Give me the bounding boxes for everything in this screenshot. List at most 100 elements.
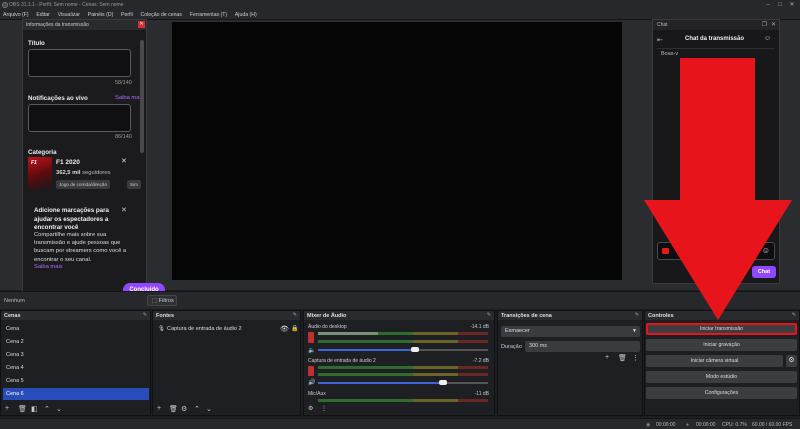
window-title: OBS 31.1.1 - Perfil: Sem nome - Cenas: S… <box>9 2 124 8</box>
remove-transition-icon[interactable]: 🗑 <box>618 354 627 362</box>
menu-help[interactable]: Ajuda (H) <box>234 10 258 20</box>
maximize-icon[interactable]: □ <box>776 1 784 9</box>
transition-menu-icon[interactable]: ⋮ <box>632 354 639 362</box>
remove-category-icon[interactable]: ✕ <box>121 157 127 165</box>
mixer-channel-name: Mic/Aux <box>308 391 326 397</box>
info-scrollbar[interactable] <box>140 40 144 153</box>
notifications-input[interactable] <box>28 104 131 132</box>
dock-settings-icon[interactable]: ✎ <box>792 312 796 318</box>
mixer-settings-icon[interactable]: ⚙ <box>308 405 313 412</box>
dock-settings-icon[interactable]: ✎ <box>635 312 639 318</box>
controls-dock-title: Controles <box>648 312 674 319</box>
start-virtual-camera-button[interactable]: Iniciar câmera virtual <box>646 355 783 367</box>
mixer-channel-name: Áudio do desktop <box>308 324 347 330</box>
start-recording-button[interactable]: Iniciar gravação <box>646 339 797 351</box>
filters-button[interactable]: ⬚ Filtros <box>147 295 177 306</box>
add-source-icon[interactable]: + <box>157 405 161 412</box>
scene-item[interactable]: Cena 5 <box>3 375 149 387</box>
chat-dock: Chat ❐ ✕ ⇤ Chat da transmissão ☺ Boas-v … <box>652 19 780 284</box>
meter-yellow <box>413 366 458 369</box>
remove-scene-icon[interactable]: 🗑 <box>18 405 27 413</box>
users-icon[interactable]: ☺ <box>764 35 771 42</box>
game-followers: 362,5 mil seguidores <box>56 170 110 176</box>
notifications-char-count: 86/140 <box>115 134 132 140</box>
virtual-camera-settings-icon[interactable]: ⚙ <box>786 355 797 367</box>
transitions-dock-title: Transições de cena <box>501 312 552 319</box>
close-icon[interactable]: ✕ <box>771 21 776 28</box>
meter-yellow <box>413 373 458 376</box>
stream-info-title: Informações da transmissão <box>26 22 89 28</box>
fps-counter: 60.00 / 60.00 FPS <box>752 421 793 428</box>
dismiss-tags-icon[interactable]: ✕ <box>121 206 127 214</box>
start-streaming-button[interactable]: Iniciar transmissão <box>646 323 797 335</box>
scene-item[interactable]: Cena 4 <box>3 362 149 374</box>
duration-spinbox[interactable]: 300 ms <box>525 341 640 352</box>
scene-item-selected[interactable]: Cena 6 <box>3 388 149 400</box>
chat-send-button[interactable]: Chat <box>752 266 776 278</box>
dock-settings-icon[interactable]: ✎ <box>143 312 147 318</box>
sources-dock-title: Fontes <box>156 312 175 319</box>
move-up-icon[interactable]: ⌃ <box>194 405 200 413</box>
game-tag-racing[interactable]: Jogo de corrida/direção <box>56 180 111 189</box>
duration-value: 300 ms <box>529 343 548 349</box>
emote-icon[interactable]: ☺ <box>762 246 770 255</box>
volume-slider-track <box>413 349 488 351</box>
mute-indicator-icon[interactable] <box>308 366 314 376</box>
mixer-menu-icon[interactable]: ⋮ <box>321 405 327 412</box>
category-label: Categoria <box>28 149 57 156</box>
meter-red <box>458 366 488 369</box>
scene-item[interactable]: Cena <box>3 323 149 335</box>
speaker-icon[interactable]: 🔈 <box>308 347 315 354</box>
volume-slider-handle[interactable] <box>411 347 419 352</box>
volume-slider[interactable] <box>318 349 413 351</box>
stream-info-header: Informações da transmissão ✕ <box>23 20 146 30</box>
bits-icon[interactable] <box>662 248 669 254</box>
controls-dock-header: Controles ✎ <box>645 311 799 320</box>
chat-settings-icon[interactable]: ⚙ <box>739 268 745 276</box>
title-input[interactable] <box>28 49 131 77</box>
mute-indicator-icon[interactable] <box>308 332 314 343</box>
no-source-label: Nenhum <box>4 298 25 304</box>
transition-select[interactable]: Esmaecer ▼ <box>501 326 640 337</box>
scene-item[interactable]: Cena 3 <box>3 349 149 361</box>
dock-settings-icon[interactable]: ✎ <box>293 312 297 318</box>
close-icon[interactable]: ✕ <box>788 1 796 9</box>
lock-icon[interactable]: 🔒 <box>291 324 298 335</box>
chat-input[interactable]: En ☺ <box>657 242 775 260</box>
game-tag-sim[interactable]: Sim <box>127 180 141 189</box>
add-transition-icon[interactable]: + <box>605 354 609 361</box>
volume-slider[interactable] <box>318 382 442 384</box>
move-down-icon[interactable]: ⌄ <box>206 405 212 413</box>
source-item[interactable]: 🎙 Captura de entrada de áudio 2 👁 🔒 <box>155 324 300 335</box>
scene-filters-icon[interactable]: ◧ <box>31 405 38 413</box>
game-name: F1 2020 <box>56 159 80 166</box>
title-bar: OBS 31.1.1 - Perfil: Sem nome - Cenas: S… <box>0 0 800 10</box>
source-properties-icon[interactable]: ⚙ <box>181 405 187 413</box>
volume-slider-handle[interactable] <box>439 380 447 385</box>
close-icon[interactable]: ✕ <box>138 21 145 28</box>
visibility-eye-icon[interactable]: 👁 <box>280 324 289 335</box>
tags-heading: Adicione marcações para ajudar os espect… <box>34 207 109 231</box>
float-icon[interactable]: ❐ <box>762 21 767 28</box>
move-down-icon[interactable]: ⌄ <box>56 405 62 413</box>
tags-learn-more-link[interactable]: Saiba mais <box>34 264 63 270</box>
chat-title: Chat da transmissão <box>685 36 745 42</box>
dock-settings-icon[interactable]: ✎ <box>487 312 491 318</box>
scene-item[interactable]: Cena 2 <box>3 336 149 348</box>
collapse-icon[interactable]: ⇤ <box>657 36 663 44</box>
preview-canvas[interactable] <box>172 22 622 280</box>
menu-tools[interactable]: Ferramentas (T) <box>189 10 228 20</box>
add-scene-icon[interactable]: + <box>5 405 9 412</box>
minimize-icon[interactable]: – <box>764 1 772 9</box>
status-bar: ◉ 00:00:00 ● 00:00:00 CPU: 0.7% 60.00 / … <box>0 418 800 429</box>
stream-status-icon: ◉ <box>646 421 651 428</box>
move-up-icon[interactable]: ⌃ <box>44 405 50 413</box>
studio-mode-button[interactable]: Modo estúdio <box>646 371 797 383</box>
duration-label: Duração <box>501 344 522 350</box>
audio-mixer-dock: Mixer de Áudio ✎ Áudio do desktop -14.1 … <box>303 310 495 416</box>
remove-source-icon[interactable]: 🗑 <box>169 405 178 413</box>
settings-button[interactable]: Configurações <box>646 387 797 399</box>
game-cover-image: F1 <box>28 157 52 189</box>
meter-red <box>458 399 488 402</box>
speaker-icon[interactable]: 🔊 <box>308 379 315 386</box>
